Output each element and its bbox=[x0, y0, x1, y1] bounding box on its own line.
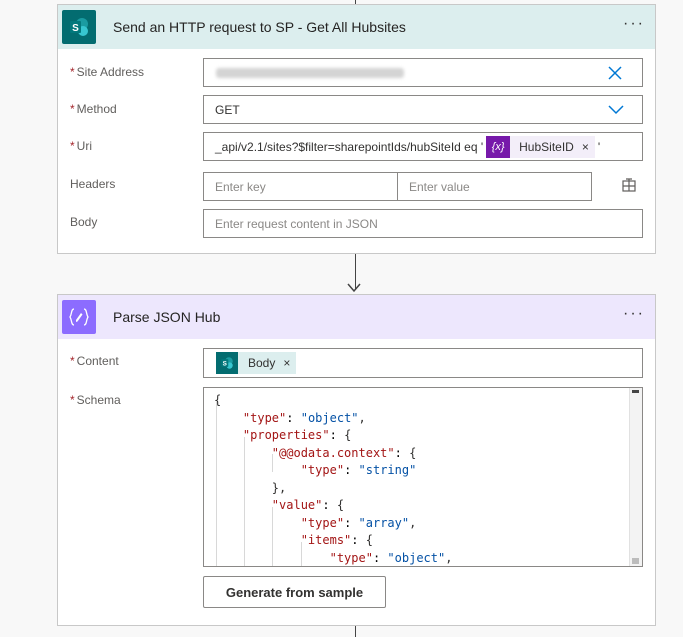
parse-json-card: Parse JSON Hub ··· * Content S Body × * Sc… bbox=[57, 294, 656, 626]
expression-icon: {x} bbox=[486, 135, 511, 158]
parse-json-icon bbox=[62, 300, 96, 334]
schema-line: "properties": { bbox=[242, 428, 352, 442]
schema-editor[interactable]: { "type": "object", "properties": { "@@o… bbox=[203, 387, 643, 567]
method-label: * Method bbox=[70, 102, 117, 116]
remove-token-button[interactable]: × bbox=[283, 356, 290, 370]
headers-label: Headers bbox=[70, 177, 116, 191]
schema-line: "@@odata.context": { bbox=[271, 445, 417, 460]
scrollbar-thumb[interactable] bbox=[632, 390, 639, 393]
uri-label: * Uri bbox=[70, 139, 92, 153]
scrollbar-thumb[interactable] bbox=[632, 558, 639, 564]
method-select[interactable]: GET bbox=[203, 95, 643, 124]
svg-text:S: S bbox=[72, 23, 79, 34]
uri-text: _api/v2.1/sites?$filter=sharepointIds/hu… bbox=[215, 139, 484, 154]
schema-line: "type": "array", bbox=[300, 515, 417, 530]
schema-line: "type": "object", bbox=[329, 550, 453, 565]
sharepoint-icon: S bbox=[216, 352, 238, 374]
clear-icon[interactable] bbox=[608, 66, 622, 80]
card-title: Parse JSON Hub bbox=[113, 309, 221, 325]
scrollbar[interactable] bbox=[629, 388, 642, 566]
site-address-label: * Site Address bbox=[70, 65, 145, 79]
sharepoint-icon: S bbox=[62, 10, 96, 44]
schema-code: { "type": "object", "properties": { "@@o… bbox=[214, 392, 453, 566]
header-key-input[interactable]: Enter key bbox=[203, 172, 398, 201]
uri-suffix: ' bbox=[597, 139, 601, 154]
parse-json-header[interactable]: Parse JSON Hub ··· bbox=[58, 295, 655, 339]
more-options-button[interactable]: ··· bbox=[623, 16, 645, 32]
site-address-input[interactable] bbox=[203, 58, 643, 87]
hubsiteid-token[interactable]: {x} HubSiteID × bbox=[486, 135, 595, 158]
schema-line: "type": "string" bbox=[300, 463, 417, 477]
site-address-blurred bbox=[216, 67, 404, 78]
method-value: GET bbox=[215, 102, 240, 117]
content-label: * Content bbox=[70, 354, 119, 368]
card-title: Send an HTTP request to SP - Get All Hub… bbox=[113, 19, 406, 35]
svg-text:S: S bbox=[223, 361, 227, 368]
switch-to-text-mode-icon[interactable] bbox=[621, 177, 637, 193]
schema-line: "type": "object", bbox=[242, 410, 366, 425]
bottom-connector bbox=[355, 626, 356, 637]
chevron-down-icon bbox=[608, 105, 624, 115]
http-request-card: S Send an HTTP request to SP - Get All H… bbox=[57, 4, 656, 254]
schema-line: { bbox=[214, 393, 222, 407]
schema-label: * Schema bbox=[70, 393, 121, 407]
generate-from-sample-button[interactable]: Generate from sample bbox=[203, 576, 386, 608]
body-label: Body bbox=[70, 215, 98, 229]
schema-line: "items": { bbox=[300, 533, 373, 547]
body-token[interactable]: S Body × bbox=[216, 352, 297, 374]
body-input[interactable]: Enter request content in JSON bbox=[203, 209, 643, 238]
remove-token-button[interactable]: × bbox=[582, 140, 589, 154]
schema-line: }, bbox=[214, 480, 287, 495]
uri-input[interactable]: _api/v2.1/sites?$filter=sharepointIds/hu… bbox=[203, 132, 643, 161]
schema-line: "value": { bbox=[271, 498, 345, 512]
header-value-input[interactable]: Enter value bbox=[397, 172, 592, 201]
more-options-button[interactable]: ··· bbox=[623, 306, 645, 322]
content-input[interactable]: S Body × bbox=[203, 348, 643, 378]
http-request-header[interactable]: S Send an HTTP request to SP - Get All H… bbox=[58, 5, 655, 49]
arrow-down-icon bbox=[347, 283, 361, 293]
